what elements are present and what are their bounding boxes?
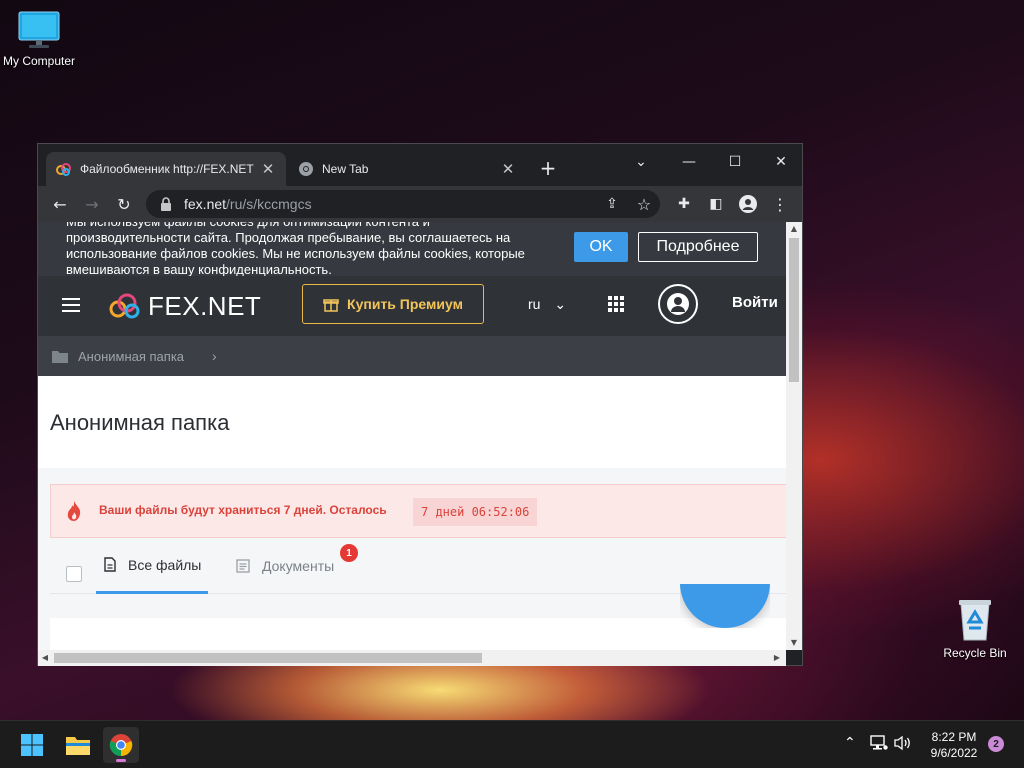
show-hidden-icons-icon[interactable]: ⌃	[844, 735, 856, 751]
recycle-bin-icon	[959, 600, 991, 641]
tab-new[interactable]: New Tab ✕	[288, 152, 526, 186]
tab-title: Файлообменник http://FEX.NET	[80, 162, 254, 176]
monitor-icon	[18, 11, 60, 48]
language-select[interactable]: ru ⌄	[528, 296, 566, 313]
windows-logo-icon	[21, 734, 43, 756]
folder-icon	[66, 737, 90, 755]
fex-favicon-icon	[56, 163, 71, 176]
clock-time: 8:22 PM	[931, 730, 977, 744]
chevron-right-icon: ›	[212, 348, 217, 364]
file-list	[50, 618, 786, 650]
forward-arrow-icon[interactable]: →	[80, 192, 104, 216]
lock-icon	[161, 197, 171, 211]
chevron-down-icon: ⌄	[554, 296, 567, 312]
desktop-icon-recycle-bin[interactable]: Recycle Bin	[930, 596, 1020, 660]
tab-label: Все файлы	[128, 556, 202, 573]
cookie-more-button[interactable]: Подробнее	[638, 232, 758, 262]
active-indicator	[116, 759, 126, 762]
start-button[interactable]	[14, 727, 50, 763]
scroll-left-icon[interactable]: ◀	[38, 650, 52, 666]
share-icon[interactable]: ⇪	[600, 192, 624, 216]
my-computer-label: My Computer	[2, 54, 76, 68]
minimize-button[interactable]: —	[666, 148, 712, 176]
storage-warning-text: Ваши файлы будут храниться 7 дней. Остал…	[99, 503, 387, 517]
horizontal-scrollbar[interactable]: ◀ ▶	[38, 650, 786, 666]
menu-kebab-icon[interactable]: ⋮	[768, 192, 792, 216]
fire-icon	[67, 501, 81, 521]
maximize-button[interactable]: ☐	[712, 148, 758, 176]
text-document-icon	[236, 559, 250, 573]
back-arrow-icon[interactable]: ←	[48, 192, 72, 216]
site-header: FEX.NET Купить Премиум ru ⌄ Войти	[38, 276, 786, 336]
tab-fex[interactable]: Файлообменник http://FEX.NET ✕	[46, 152, 286, 186]
breadcrumb-item[interactable]: Анонимная папка ›	[52, 348, 217, 364]
tab-title: New Tab	[322, 162, 369, 176]
recycle-bin-label: Recycle Bin	[943, 646, 1007, 660]
tab-all-files[interactable]: Все файлы	[96, 538, 208, 594]
tab-strip: Файлообменник http://FEX.NET ✕ New Tab ✕…	[38, 144, 802, 186]
url-path: /ru/s/kccmgcs	[226, 196, 312, 212]
expiry-timer: 7 дней 06:52:06	[413, 498, 538, 526]
fex-logo[interactable]: FEX.NET	[108, 290, 261, 322]
tab-label: Документы	[262, 558, 335, 574]
gift-icon	[323, 299, 339, 312]
storage-warning: Ваши файлы будут храниться 7 дней. Остал…	[50, 484, 786, 538]
profile-icon[interactable]	[736, 192, 760, 216]
bookmark-star-icon[interactable]: ☆	[632, 192, 656, 216]
file-tabs: Все файлы Документы 1	[50, 538, 786, 594]
scroll-right-icon[interactable]: ▶	[770, 650, 784, 666]
notification-badge[interactable]: 2	[988, 736, 1004, 752]
tab-documents[interactable]: Документы	[236, 538, 334, 594]
cookie-text: Мы используем файлы cookies для оптимиза…	[66, 222, 525, 277]
new-tab-button[interactable]: +	[536, 156, 560, 180]
network-icon[interactable]	[870, 735, 888, 755]
browser-toolbar: ← → ↻ fex.net/ru/s/kccmgcs ⇪ ☆ ✚ ◧ ⋮	[38, 186, 802, 222]
close-window-button[interactable]: ✕	[758, 148, 804, 176]
logo-text: FEX.NET	[148, 290, 262, 321]
title-section: Анонимная папка	[38, 376, 786, 468]
close-tab-icon[interactable]: ✕	[260, 160, 276, 178]
premium-label: Купить Премиум	[347, 296, 463, 312]
language-value: ru	[528, 296, 541, 312]
cookie-ok-button[interactable]: OK	[574, 232, 628, 262]
fex-cloud-logo-icon	[109, 293, 140, 319]
apps-grid-icon[interactable]	[608, 296, 624, 312]
taskbar: ⌃ 8:22 PM 9/6/2022 2	[0, 720, 1024, 768]
tab-search-icon[interactable]: ⌄	[618, 148, 664, 176]
cookie-banner: Мы используем файлы cookies для оптимиза…	[38, 222, 786, 277]
hamburger-menu-icon[interactable]	[62, 298, 80, 312]
breadcrumb: Анонимная папка ›	[38, 336, 786, 376]
address-bar[interactable]: fex.net/ru/s/kccmgcs	[146, 190, 660, 218]
page-viewport: Мы используем файлы cookies для оптимиза…	[38, 222, 786, 650]
scroll-thumb[interactable]	[54, 653, 482, 663]
select-all-checkbox[interactable]	[66, 566, 82, 582]
chrome-taskbar-button[interactable]	[103, 727, 139, 763]
document-icon	[104, 557, 116, 572]
system-clock[interactable]: 8:22 PM 9/6/2022	[916, 729, 992, 761]
desktop-icon-my-computer[interactable]: My Computer	[0, 10, 84, 68]
login-link[interactable]: Войти	[732, 294, 778, 311]
page-title: Анонимная папка	[50, 410, 230, 435]
scroll-down-icon[interactable]: ▼	[786, 636, 802, 650]
breadcrumb-label: Анонимная папка	[78, 348, 185, 364]
documents-count-badge: 1	[340, 544, 358, 562]
browser-window: Файлообменник http://FEX.NET ✕ New Tab ✕…	[37, 143, 803, 666]
side-panel-icon[interactable]: ◧	[704, 192, 728, 216]
url-host: fex.net	[184, 196, 227, 212]
scroll-thumb[interactable]	[789, 238, 799, 382]
file-explorer-button[interactable]	[60, 727, 96, 763]
folder-icon	[52, 350, 68, 363]
clock-date: 9/6/2022	[930, 746, 978, 760]
scroll-up-icon[interactable]: ▲	[786, 222, 802, 236]
extensions-icon[interactable]: ✚	[672, 192, 696, 216]
volume-icon[interactable]	[894, 735, 912, 755]
close-tab-icon[interactable]: ✕	[500, 160, 516, 178]
user-avatar-icon[interactable]	[658, 284, 698, 324]
chrome-icon	[299, 162, 313, 176]
vertical-scrollbar[interactable]: ▲ ▼	[786, 222, 802, 650]
buy-premium-button[interactable]: Купить Премиум	[302, 284, 484, 324]
chrome-icon	[109, 734, 133, 757]
reload-icon[interactable]: ↻	[112, 192, 136, 216]
